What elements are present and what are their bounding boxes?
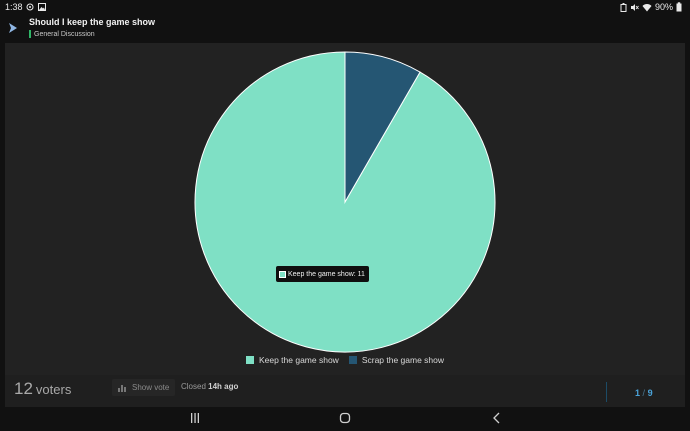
battery-icon (676, 2, 682, 12)
recent-apps-icon[interactable] (189, 412, 201, 424)
navigate-arrow-icon[interactable] (8, 22, 18, 34)
bar-chart-icon (118, 384, 128, 392)
poll-footer: 12 voters Show vote Closed 14h ago 1 / 9 (5, 375, 685, 407)
status-bar: 1:38 90% (0, 0, 690, 14)
pie-chart (194, 51, 496, 353)
voters-count: 12 voters (14, 379, 71, 399)
back-icon[interactable] (491, 412, 503, 424)
poll-panel: Keep the game show: 11 Keep the game sho… (5, 43, 685, 407)
category-label: General Discussion (34, 30, 95, 38)
chart-tooltip: Keep the game show: 11 (276, 266, 369, 282)
timeline-scrubber[interactable] (606, 382, 607, 402)
chart-legend: Keep the game show Scrap the game show (5, 355, 685, 365)
system-nav-bar (0, 407, 690, 431)
mute-icon (630, 3, 639, 12)
status-time: 1:38 (5, 2, 23, 12)
page-current: 1 (635, 388, 641, 398)
page-separator: / (642, 388, 646, 398)
show-vote-button[interactable]: Show vote (112, 379, 176, 396)
show-vote-label: Show vote (132, 383, 170, 392)
home-icon[interactable] (339, 412, 351, 424)
poll-closed-status: Closed 14h ago (181, 382, 238, 391)
category-color-swatch (29, 30, 31, 38)
closed-prefix: Closed (181, 382, 206, 391)
image-icon (38, 3, 46, 11)
tooltip-text: Keep the game show: 11 (288, 270, 365, 278)
legend-label: Keep the game show (258, 355, 339, 365)
tooltip-swatch (279, 270, 286, 278)
category-badge[interactable]: General Discussion (29, 30, 95, 38)
topic-title[interactable]: Should I keep the game show (29, 17, 155, 27)
battery-percent: 90% (654, 2, 673, 12)
legend-label: Scrap the game show (361, 355, 445, 365)
legend-item-scrap-the-game-show[interactable]: Scrap the game show (348, 355, 445, 365)
sync-icon (26, 3, 34, 11)
poll-chart: Keep the game show: 11 Keep the game sho… (5, 43, 685, 375)
wifi-icon (642, 3, 652, 12)
closed-time: 14h ago (208, 382, 239, 391)
voters-label: voters (35, 382, 72, 397)
post-pager[interactable]: 1 / 9 (635, 388, 653, 398)
page-total: 9 (647, 388, 653, 398)
voters-number: 12 (14, 379, 33, 398)
legend-item-keep-the-game-show[interactable]: Keep the game show (245, 355, 339, 365)
legend-swatch (245, 356, 254, 364)
topic-header: Should I keep the game show General Disc… (0, 14, 690, 42)
legend-swatch (348, 356, 357, 364)
battery-saver-icon (620, 2, 627, 12)
